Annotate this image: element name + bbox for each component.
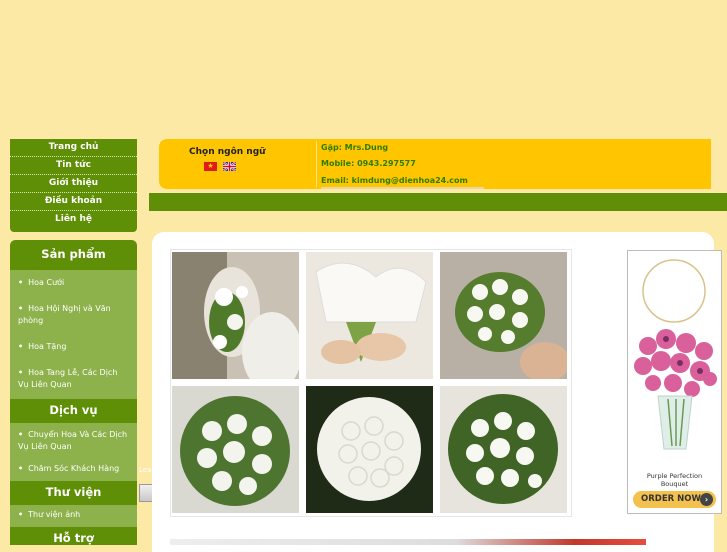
gallery-photo[interactable] — [172, 252, 299, 379]
bullet-icon: • — [18, 304, 24, 313]
arrow-right-icon: › — [700, 493, 713, 506]
bullet-icon: • — [18, 510, 24, 519]
sidebar-item-label: Thư viện ảnh — [28, 510, 81, 519]
sidebar-item-conference-flowers[interactable]: • Hoa Hội Nghị và Văn phòng — [10, 293, 137, 331]
ad-title-line: Purple Perfection — [646, 472, 703, 480]
sidebar-item-label: Hoa Cưới — [28, 278, 65, 287]
contact-email[interactable]: Email: kimdung@dienhoa24.com — [321, 176, 468, 185]
order-ad-banner[interactable]: Purple Perfection Bouquet ORDER NOW › — [627, 250, 722, 514]
nav-item-contact[interactable]: Liên hệ — [10, 211, 137, 228]
sidebar-item-label: Chuyển Hoa Và Các Dịch Vụ Liên Quan — [18, 430, 128, 451]
sidebar-item-label: Chăm Sóc Khách Hàng — [28, 464, 120, 473]
gallery-photo[interactable] — [172, 386, 299, 513]
sidebar-item-wedding-flowers[interactable]: • Hoa Cưới — [10, 270, 137, 293]
bullet-icon: • — [18, 342, 24, 351]
bullet-icon: • — [18, 430, 24, 439]
main-nav: Trang chủ Tin tức Giới thiệu Điều khoản … — [10, 139, 137, 232]
nav-item-about[interactable]: Giới thiệu — [10, 175, 137, 193]
gallery-photo[interactable] — [440, 386, 567, 513]
sidebar-item-customer-care[interactable]: • Chăm Sóc Khách Hàng — [10, 457, 137, 479]
services-heading: Dịch vụ — [10, 399, 137, 423]
gallery-photo[interactable] — [440, 252, 567, 379]
sidebar-item-label: Hoa Tặng — [28, 342, 67, 351]
green-bar — [149, 193, 727, 211]
gallery-photo[interactable] — [306, 386, 433, 513]
bottom-banner-strip — [170, 539, 646, 545]
sidebar-item-label: Hoa Tang Lễ, Các Dịch Vụ Liên Quan — [18, 368, 118, 389]
library-heading: Thư viện — [10, 481, 137, 505]
stray-text: Lea — [139, 466, 152, 474]
sidebar-item-gift-flowers[interactable]: • Hoa Tặng — [10, 331, 137, 357]
divider — [316, 141, 317, 187]
contact-person: Gặp: Mrs.Dung — [321, 143, 389, 152]
sidebar-item-funeral-flowers[interactable]: • Hoa Tang Lễ, Các Dịch Vụ Liên Quan — [10, 357, 137, 395]
nav-item-home[interactable]: Trang chủ — [10, 139, 137, 157]
gallery-photo[interactable] — [306, 252, 433, 379]
bullet-icon: • — [18, 368, 24, 377]
sidebar-item-label: Hoa Hội Nghị và Văn phòng — [18, 304, 111, 325]
sidebar-item-photo-library[interactable]: • Thư viện ảnh — [10, 505, 137, 525]
bouquet-image — [634, 259, 717, 450]
ad-title: Purple Perfection Bouquet — [628, 472, 721, 488]
ad-title-line: Bouquet — [660, 480, 689, 488]
order-now-label: ORDER NOW — [641, 494, 701, 504]
nav-item-news[interactable]: Tin tức — [10, 157, 137, 175]
photo-gallery — [170, 249, 572, 517]
order-now-button[interactable]: ORDER NOW › — [633, 491, 716, 508]
nav-item-terms[interactable]: Điều khoản — [10, 193, 137, 211]
bullet-icon: • — [18, 278, 24, 287]
support-heading: Hỗ trợ — [10, 527, 137, 545]
divider — [321, 187, 484, 189]
language-title: Chọn ngôn ngữ — [189, 147, 266, 157]
vietnam-flag-icon[interactable]: ★ — [204, 162, 217, 171]
products-heading: Sản phẩm — [10, 240, 137, 270]
uk-flag-icon[interactable] — [223, 162, 236, 171]
contact-mobile: Mobile: 0943.297577 — [321, 159, 416, 168]
bullet-icon: • — [18, 464, 24, 473]
language-contact-bar: Chọn ngôn ngữ ★ Gặp: Mrs.Dung Mobile: 09… — [159, 139, 711, 189]
sidebar: Sản phẩm • Hoa Cưới • Hoa Hội Nghị và Văn … — [10, 240, 137, 545]
sidebar-item-flower-delivery[interactable]: • Chuyển Hoa Và Các Dịch Vụ Liên Quan — [10, 423, 137, 457]
